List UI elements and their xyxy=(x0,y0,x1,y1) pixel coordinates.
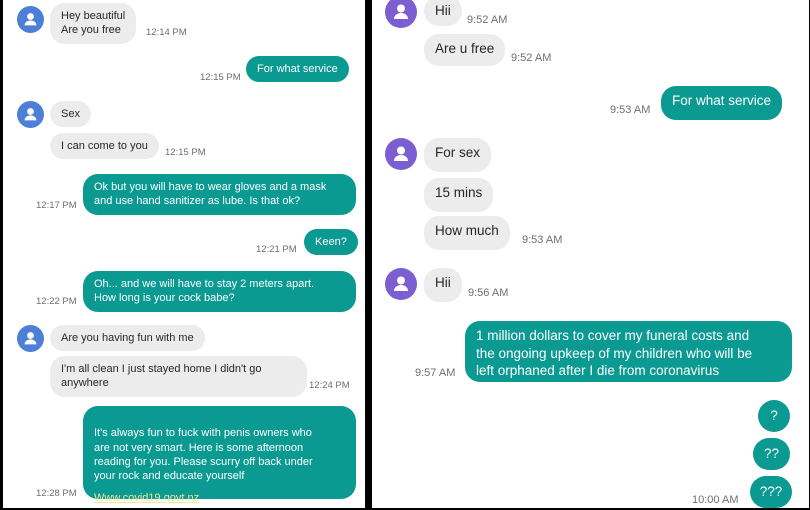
message-bubble-incoming[interactable]: Hey beautiful Are you free xyxy=(50,3,137,44)
message-timestamp: 12:14 PM xyxy=(146,27,187,38)
message-timestamp: 12:28 PM xyxy=(36,488,77,499)
message-bubble-outgoing[interactable]: Oh... and we will have to stay 2 meters … xyxy=(83,271,356,312)
contact-avatar[interactable] xyxy=(17,6,44,33)
message-timestamp: 12:24 PM xyxy=(309,380,350,391)
website-link[interactable]: Www.covid19.govt.nz xyxy=(94,491,345,505)
message-timestamp: 9:57 AM xyxy=(415,367,456,379)
contact-avatar[interactable] xyxy=(385,268,417,300)
message-bubble-outgoing[interactable]: For what service xyxy=(246,56,349,83)
message-bubble-incoming[interactable]: 15 mins xyxy=(424,178,494,212)
message-timestamp: 12:17 PM xyxy=(36,200,77,211)
message-timestamp: 9:52 AM xyxy=(511,52,552,64)
message-text: It's always fun to fuck with penis owner… xyxy=(94,427,313,483)
person-icon xyxy=(24,332,37,345)
person-icon xyxy=(394,146,408,161)
message-timestamp: 12:15 PM xyxy=(165,147,206,158)
message-bubble-outgoing[interactable]: For what service xyxy=(661,86,783,120)
message-timestamp: 10:00 AM xyxy=(692,494,739,506)
message-bubble-incoming[interactable]: Are u free xyxy=(424,34,506,66)
message-bubble-outgoing[interactable]: Keen? xyxy=(304,229,358,256)
message-timestamp: 12:22 PM xyxy=(36,296,77,307)
message-timestamp: 9:53 AM xyxy=(610,104,651,116)
message-bubble-incoming[interactable]: Hii xyxy=(424,0,462,26)
message-bubble-outgoing[interactable]: Ok but you will have to wear gloves and … xyxy=(83,174,356,215)
message-bubble-outgoing[interactable]: ?? xyxy=(753,438,790,470)
message-bubble-outgoing[interactable]: It's always fun to fuck with penis owner… xyxy=(83,406,356,504)
person-icon xyxy=(24,108,37,121)
message-bubble-outgoing[interactable]: ? xyxy=(758,400,790,432)
left-conversation: Hey beautiful Are you free 12:14 PM 12:1… xyxy=(3,0,365,508)
message-bubble-incoming[interactable]: Are you having fun with me xyxy=(50,325,205,352)
message-bubble-outgoing[interactable]: 1 million dollars to cover my funeral co… xyxy=(465,321,792,382)
contact-avatar[interactable] xyxy=(385,0,417,28)
right-conversation: Hii 9:52 AM Are u free 9:52 AM 9:53 AM F… xyxy=(372,0,809,508)
message-bubble-outgoing[interactable]: ??? xyxy=(750,476,792,508)
person-icon xyxy=(24,13,37,26)
message-timestamp: 12:15 PM xyxy=(200,72,241,83)
message-bubble-incoming[interactable]: For sex xyxy=(424,138,492,172)
message-bubble-incoming[interactable]: How much xyxy=(424,216,510,250)
contact-avatar[interactable] xyxy=(17,325,44,352)
message-timestamp: 12:21 PM xyxy=(256,244,297,255)
person-icon xyxy=(394,4,408,19)
contact-avatar[interactable] xyxy=(17,101,44,128)
person-icon xyxy=(394,276,408,291)
message-bubble-incoming[interactable]: Sex xyxy=(50,101,91,128)
message-timestamp: 9:56 AM xyxy=(468,287,509,299)
message-timestamp: 9:53 AM xyxy=(522,234,563,246)
message-bubble-incoming[interactable]: I'm all clean I just stayed home I didn'… xyxy=(50,356,307,397)
message-timestamp: 9:52 AM xyxy=(467,14,508,26)
message-bubble-incoming[interactable]: Hii xyxy=(424,268,462,302)
contact-avatar[interactable] xyxy=(385,138,417,170)
message-bubble-incoming[interactable]: I can come to you xyxy=(50,133,159,160)
